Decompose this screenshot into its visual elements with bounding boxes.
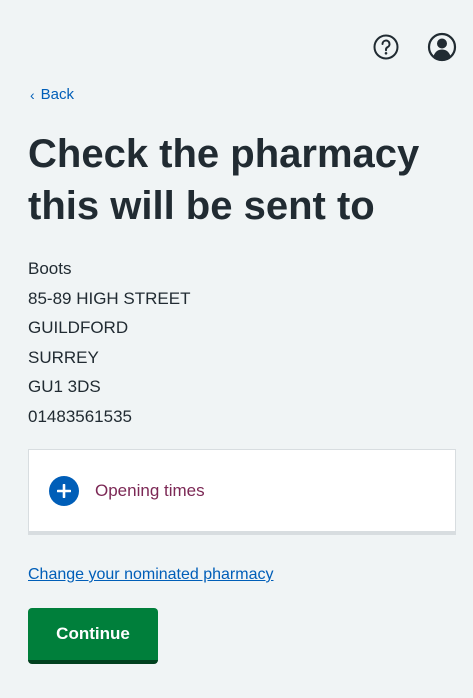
pharmacy-address: Boots 85-89 HIGH STREET GUILDFORD SURREY… bbox=[28, 254, 191, 431]
opening-times-expander[interactable]: Opening times bbox=[28, 449, 456, 535]
page-title: Check the pharmacy this will be sent to bbox=[28, 132, 420, 228]
back-link-label: Back bbox=[40, 86, 75, 103]
account-icon[interactable] bbox=[425, 30, 459, 64]
pharmacy-town: GUILDFORD bbox=[28, 318, 129, 337]
chevron-left-icon: ‹ bbox=[30, 86, 35, 103]
pharmacy-postcode: GU1 3DS bbox=[28, 377, 101, 396]
plus-icon bbox=[49, 475, 79, 506]
pharmacy-address-line: 85-89 HIGH STREET bbox=[28, 288, 191, 308]
continue-button[interactable]: Continue bbox=[28, 608, 158, 664]
header-icons bbox=[369, 30, 459, 64]
pharmacy-phone: 01483561535 bbox=[28, 406, 133, 426]
back-link[interactable]: ‹ Back bbox=[30, 86, 74, 103]
change-pharmacy-link[interactable]: Change your nominated pharmacy bbox=[28, 566, 273, 584]
help-icon[interactable] bbox=[369, 30, 403, 64]
opening-times-label: Opening times bbox=[95, 480, 205, 500]
pharmacy-county: SURREY bbox=[28, 347, 99, 367]
pharmacy-name: Boots bbox=[28, 259, 72, 278]
